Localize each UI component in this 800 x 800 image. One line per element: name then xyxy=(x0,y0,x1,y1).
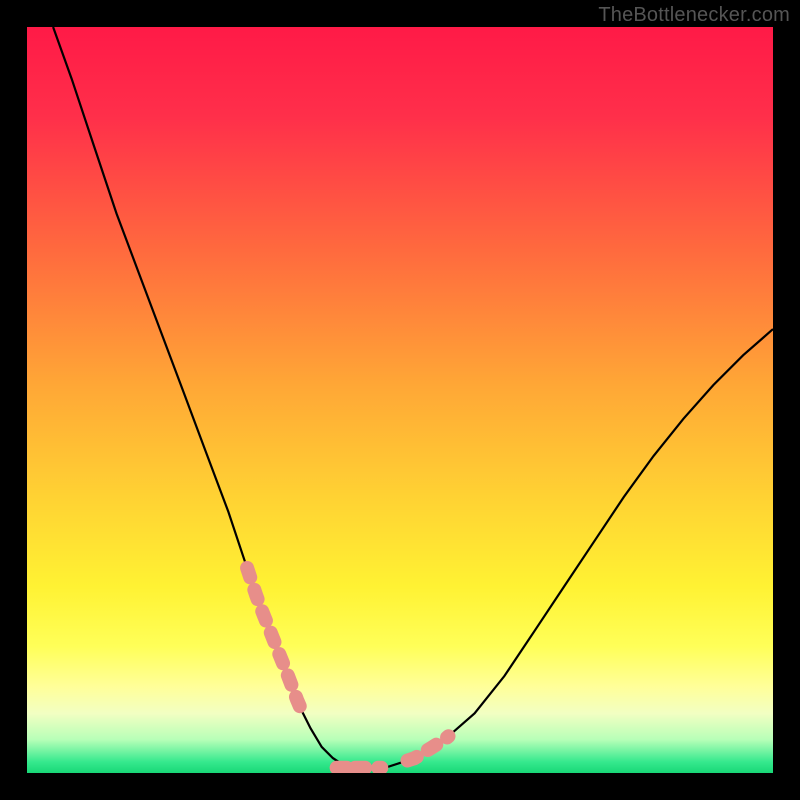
bottleneck-curve xyxy=(27,27,773,773)
watermark-text: TheBottlenecker.com xyxy=(598,4,790,27)
chart-frame: TheBottlenecker.com xyxy=(0,0,800,800)
plot-area xyxy=(27,27,773,773)
